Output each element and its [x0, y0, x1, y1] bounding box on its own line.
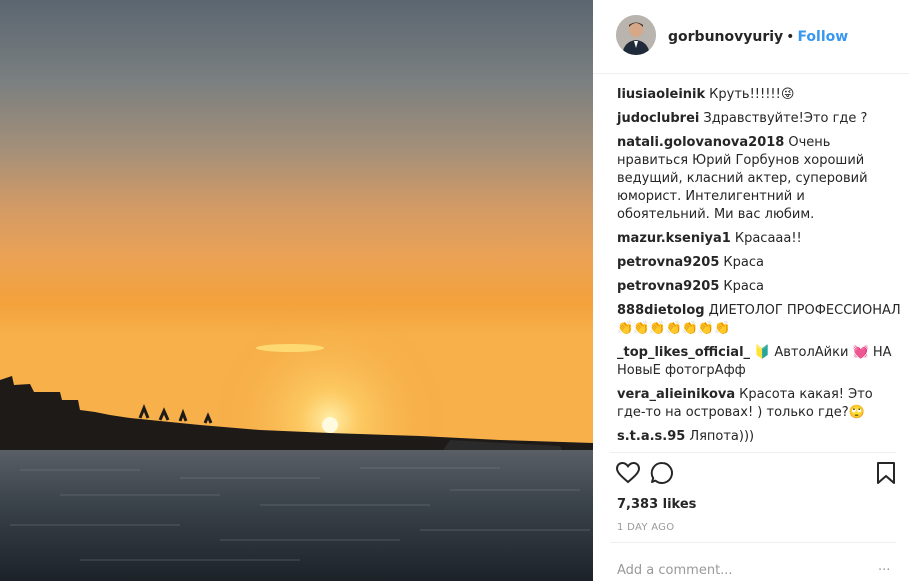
comment-text: Краса	[723, 279, 764, 294]
more-options-icon[interactable]: ···	[878, 563, 890, 578]
divider	[610, 452, 896, 453]
comment-username[interactable]: natali.golovanova2018	[617, 135, 784, 150]
comment-username[interactable]: _top_likes_official_	[617, 345, 750, 360]
comment-text: Красааа!!	[734, 231, 802, 246]
comment-item: judoclubrei Здравствуйте!Это где ?	[617, 110, 901, 128]
comment-item: 888dietolog ДИЕТОЛОГ ПРОФЕССИОНАЛ 👏👏👏👏👏👏👏	[617, 302, 901, 338]
avatar[interactable]	[616, 15, 656, 55]
comment-username[interactable]: petrovna9205	[617, 255, 719, 270]
action-bar	[615, 460, 905, 490]
comment-bubble-icon[interactable]	[649, 460, 677, 488]
username-link[interactable]: gorbunovyuriy	[668, 29, 783, 45]
comment-item: vera_alieinikova Красота какая! Это где-т…	[617, 386, 901, 422]
comment-item: _top_likes_official_ 🔰 АвтолАйки 💓 НА Нов…	[617, 344, 901, 380]
comment-item: s.t.a.s.95 Ляпота)))	[617, 428, 901, 446]
comment-username[interactable]: petrovna9205	[617, 279, 719, 294]
comment-item: mazur.kseniya1 Красааа!!	[617, 230, 901, 248]
heart-outline-icon[interactable]	[615, 460, 643, 488]
comment-username[interactable]: vera_alieinikova	[617, 387, 735, 402]
comment-item: petrovna9205 Краса	[617, 278, 901, 296]
sunset-image	[0, 0, 593, 581]
comments-list: liusiaoleinik Круть!!!!!!😜 judoclubrei Здра…	[617, 86, 901, 452]
header-username-row: gorbunovyuriy • Follow	[668, 28, 848, 46]
comment-text: Краса	[723, 255, 764, 270]
comment-username[interactable]: judoclubrei	[617, 111, 699, 126]
post-timestamp[interactable]: 1 DAY AGO	[617, 522, 674, 533]
comment-username[interactable]: s.t.a.s.95	[617, 429, 685, 444]
comment-item: liusiaoleinik Круть!!!!!!😜	[617, 86, 901, 104]
comment-text: Здравствуйте!Это где ?	[703, 111, 868, 126]
separator-dot: •	[786, 29, 795, 45]
comment-username[interactable]: mazur.kseniya1	[617, 231, 731, 246]
post-photo[interactable]	[0, 0, 593, 581]
bookmark-icon[interactable]	[873, 460, 901, 488]
comment-username[interactable]: 888dietolog	[617, 303, 705, 318]
comment-username[interactable]: liusiaoleinik	[617, 87, 705, 102]
add-comment-input[interactable]: Add a comment...	[617, 563, 733, 578]
post-header: gorbunovyuriy • Follow	[593, 0, 909, 74]
comment-text: Круть!!!!!!😜	[709, 87, 795, 102]
divider	[610, 542, 896, 543]
follow-button[interactable]: Follow	[797, 29, 848, 45]
post-sidebar: gorbunovyuriy • Follow liusiaoleinik Круть!…	[593, 0, 909, 581]
likes-count[interactable]: 7,383 likes	[617, 497, 696, 512]
comment-item: natali.golovanova2018 Очень нравиться Юри…	[617, 134, 901, 224]
comment-item: petrovna9205 Краса	[617, 254, 901, 272]
comment-text: Ляпота)))	[689, 429, 755, 444]
